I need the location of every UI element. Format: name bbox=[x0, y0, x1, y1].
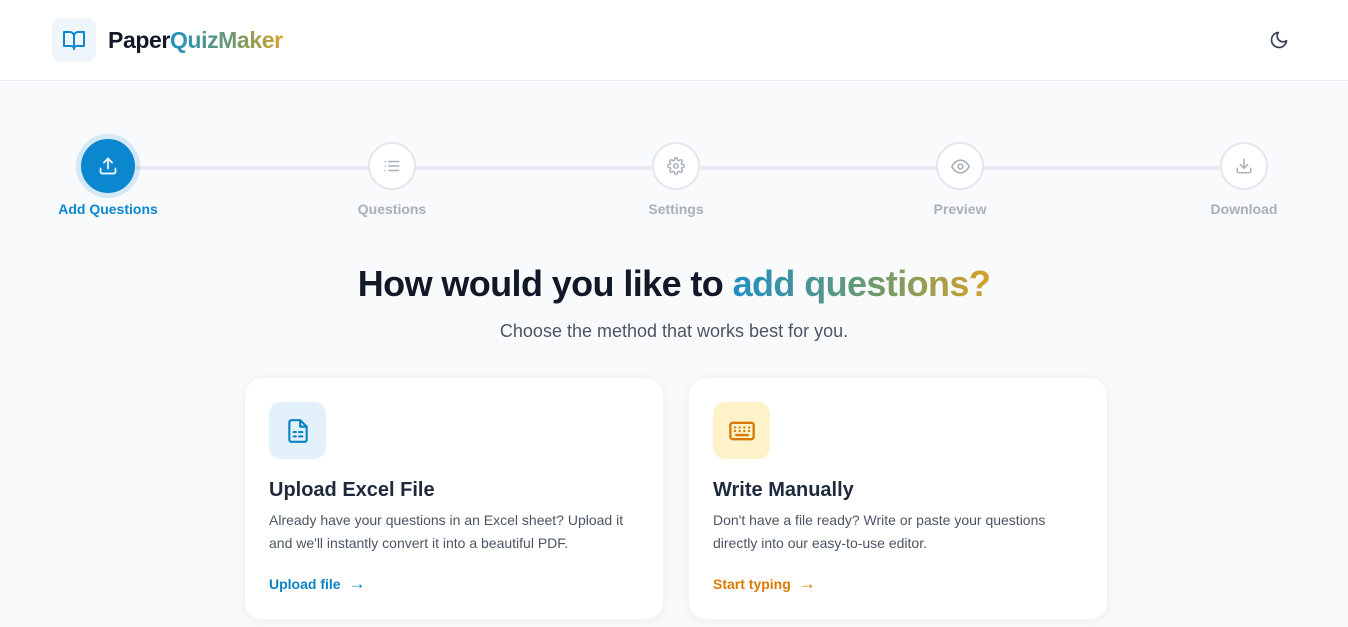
book-open-icon bbox=[62, 28, 86, 52]
step-questions[interactable]: Questions bbox=[312, 142, 472, 217]
gear-icon bbox=[667, 157, 685, 175]
card-title: Write Manually bbox=[713, 479, 854, 501]
step-label: Download bbox=[1210, 201, 1278, 217]
theme-toggle-button[interactable] bbox=[1266, 27, 1292, 53]
list-icon bbox=[383, 157, 401, 175]
upload-excel-card[interactable]: Upload Excel File Already have your ques… bbox=[244, 377, 664, 620]
eye-icon bbox=[950, 157, 970, 176]
logo[interactable] bbox=[52, 18, 96, 62]
step-label: Settings bbox=[648, 201, 704, 217]
page-title-accent: add questions? bbox=[732, 263, 991, 304]
upload-file-link-label: Upload file bbox=[269, 576, 341, 592]
brand-name-part2: QuizMaker bbox=[169, 27, 283, 53]
arrow-right-icon: → bbox=[348, 574, 366, 593]
card-title: Upload Excel File bbox=[269, 479, 435, 501]
step-circle bbox=[368, 142, 416, 190]
step-label: Add Questions bbox=[58, 201, 158, 217]
step-circle bbox=[652, 142, 700, 190]
spreadsheet-file-icon bbox=[285, 418, 311, 444]
keyboard-icon bbox=[728, 417, 756, 445]
brand-name[interactable]: PaperQuizMaker bbox=[108, 25, 283, 55]
step-download[interactable]: Download bbox=[1164, 142, 1324, 217]
download-icon bbox=[1235, 157, 1253, 175]
write-manually-card[interactable]: Write Manually Don't have a file ready? … bbox=[688, 377, 1108, 620]
step-add-questions[interactable]: Add Questions bbox=[28, 139, 188, 217]
arrow-right-icon: → bbox=[798, 574, 816, 593]
step-preview[interactable]: Preview bbox=[880, 142, 1040, 217]
step-label: Questions bbox=[357, 201, 427, 217]
page-subtitle: Choose the method that works best for yo… bbox=[499, 321, 849, 341]
step-circle bbox=[81, 139, 135, 193]
step-circle bbox=[936, 142, 984, 190]
card-icon-box bbox=[269, 402, 326, 459]
brand-name-part1: Paper bbox=[108, 27, 170, 53]
step-circle bbox=[1220, 142, 1268, 190]
step-label: Preview bbox=[933, 201, 987, 217]
start-typing-link[interactable]: Start typing → bbox=[713, 575, 816, 593]
step-settings[interactable]: Settings bbox=[596, 142, 756, 217]
upload-file-link[interactable]: Upload file → bbox=[269, 575, 366, 593]
card-description: Don't have a file ready? Write or paste … bbox=[713, 512, 1046, 551]
upload-icon bbox=[98, 156, 118, 176]
card-description: Already have your questions in an Excel … bbox=[269, 512, 624, 551]
moon-icon bbox=[1269, 30, 1289, 50]
app-header: PaperQuizMaker bbox=[0, 0, 1348, 81]
page-title: How would you like to add questions? bbox=[0, 262, 1348, 306]
card-icon-box bbox=[713, 402, 770, 459]
page-title-prefix: How would you like to bbox=[357, 263, 733, 304]
start-typing-link-label: Start typing bbox=[713, 576, 791, 592]
